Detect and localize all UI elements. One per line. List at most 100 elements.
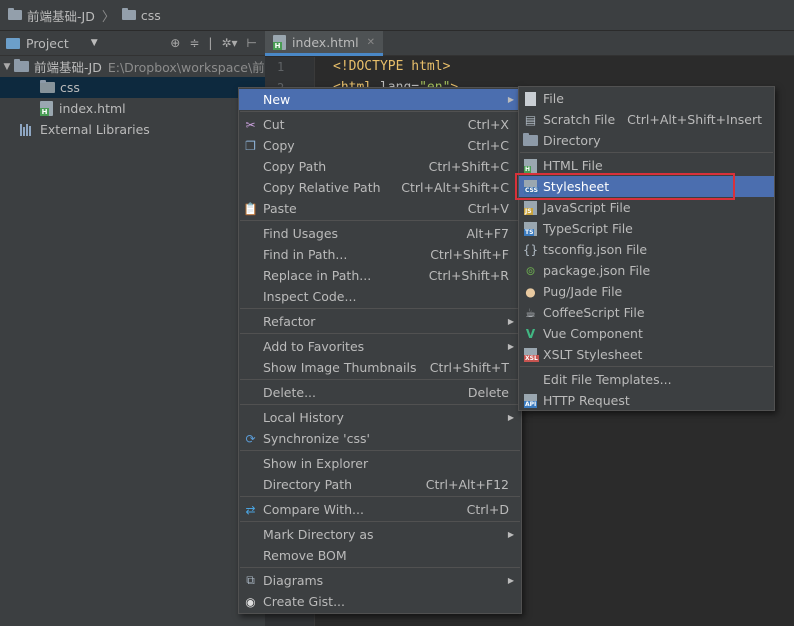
menu-item-add-to-favorites[interactable]: Add to Favorites ▶ [239, 336, 521, 357]
new-submenu: File ▤ Scratch File Ctrl+Alt+Shift+Insert … [518, 86, 775, 411]
menu-item-label: CoffeeScript File [543, 305, 645, 320]
breadcrumb-folder[interactable]: css [121, 7, 161, 23]
menu-separator [240, 450, 520, 451]
breadcrumb-folder-label: css [140, 7, 161, 23]
tree-root-path: E:\Dropbox\workspace\前 [107, 60, 265, 75]
expand-arrow-icon[interactable]: ▼ [0, 62, 14, 72]
menu-item-refactor[interactable]: Refactor ▶ [239, 311, 521, 332]
tree-item-css[interactable]: css [0, 77, 265, 98]
menu-item-show-image-thumbnails[interactable]: Show Image Thumbnails Ctrl+Shift+T [239, 357, 521, 378]
menu-item-shortcut: Ctrl+Shift+R [428, 268, 509, 283]
menu-item-label: Diagrams [263, 573, 324, 588]
breadcrumb-project[interactable]: 前端基础-JD [8, 6, 95, 25]
gear-icon[interactable]: ✲▾ [221, 36, 237, 50]
menu-item-paste[interactable]: 📋 Paste Ctrl+V [239, 198, 521, 219]
menu-item-cut[interactable]: ✂ Cut Ctrl+X [239, 114, 521, 135]
menu-separator [240, 567, 520, 568]
menu-item-shortcut: Ctrl+Shift+C [428, 159, 509, 174]
html-file-icon [273, 34, 286, 50]
submenu-item-http-request[interactable]: API HTTP Request [519, 390, 774, 411]
code-line[interactable]: <!DOCTYPE html> [333, 59, 450, 74]
menu-item-directory-path[interactable]: Directory Path Ctrl+Alt+F12 [239, 474, 521, 495]
context-menu: New ▶ ✂ Cut Ctrl+X ❐ Copy Ctrl+C Copy Path Ctr… [238, 87, 522, 614]
line-number: 1 [277, 60, 285, 74]
menu-item-label: Copy Path [263, 159, 327, 174]
menu-item-find-in-path[interactable]: Find in Path... Ctrl+Shift+F [239, 244, 521, 265]
menu-separator [240, 333, 520, 334]
menu-item-label: Directory [543, 133, 601, 148]
menu-separator [240, 404, 520, 405]
submenu-item-directory[interactable]: Directory [519, 130, 774, 151]
menu-item-shortcut: Ctrl+Shift+F [430, 247, 509, 262]
menu-separator [520, 366, 773, 367]
close-icon[interactable]: ✕ [367, 37, 375, 48]
submenu-item-typescript-file[interactable]: TS TypeScript File [519, 218, 774, 239]
submenu-item-stylesheet[interactable]: CSS Stylesheet [519, 176, 774, 197]
tree-item-label: External Libraries [40, 122, 150, 137]
menu-item-label: Cut [263, 117, 285, 132]
tree-root-row[interactable]: ▼ 前端基础-JD E:\Dropbox\workspace\前 [0, 56, 265, 77]
menu-item-mark-directory-as[interactable]: Mark Directory as ▶ [239, 524, 521, 545]
menu-item-copy-relative-path[interactable]: Copy Relative Path Ctrl+Alt+Shift+C [239, 177, 521, 198]
submenu-item-xslt-stylesheet[interactable]: XSL XSLT Stylesheet [519, 344, 774, 365]
divider: | [208, 36, 213, 50]
menu-separator [240, 220, 520, 221]
menu-item-label: New [263, 92, 291, 107]
menu-item-synchronize[interactable]: ⟳ Synchronize 'css' [239, 428, 521, 449]
project-panel-header: Project ▼ ⊕ ≑ | ✲▾ ⊢ [0, 31, 265, 56]
menu-item-create-gist[interactable]: ◉ Create Gist... [239, 591, 521, 612]
menu-item-label: HTTP Request [543, 393, 630, 408]
submenu-item-javascript-file[interactable]: JS JavaScript File [519, 197, 774, 218]
chevron-down-icon[interactable]: ▼ [91, 38, 98, 48]
submenu-item-pug-jade[interactable]: ● Pug/Jade File [519, 281, 774, 302]
menu-item-new[interactable]: New ▶ [239, 89, 521, 110]
menu-item-diagrams[interactable]: ⧉ Diagrams ▶ [239, 570, 521, 591]
menu-item-show-in-explorer[interactable]: Show in Explorer [239, 453, 521, 474]
menu-separator [240, 521, 520, 522]
menu-item-remove-bom[interactable]: Remove BOM [239, 545, 521, 566]
menu-item-label: JavaScript File [543, 200, 631, 215]
submenu-item-coffeescript[interactable]: ☕ CoffeeScript File [519, 302, 774, 323]
menu-item-label: Directory Path [263, 477, 353, 492]
menu-item-label: File [543, 91, 564, 106]
menu-separator [240, 111, 520, 112]
menu-item-label: Show Image Thumbnails [263, 360, 417, 375]
submenu-item-tsconfig[interactable]: {} tsconfig.json File [519, 239, 774, 260]
tab-index-html[interactable]: index.html ✕ [265, 31, 384, 56]
submenu-item-html-file[interactable]: H HTML File [519, 155, 774, 176]
menu-item-delete[interactable]: Delete... Delete [239, 382, 521, 403]
submenu-item-scratch-file[interactable]: ▤ Scratch File Ctrl+Alt+Shift+Insert [519, 109, 774, 130]
menu-item-label: Remove BOM [263, 548, 347, 563]
menu-item-inspect-code[interactable]: Inspect Code... [239, 286, 521, 307]
submenu-item-vue-component[interactable]: V Vue Component [519, 323, 774, 344]
tab-label: index.html [292, 34, 359, 50]
collapse-all-icon[interactable]: ≑ [189, 36, 199, 50]
project-toolbar: ⊕ ≑ | ✲▾ ⊢ [170, 36, 265, 50]
menu-item-compare-with[interactable]: ⇄ Compare With... Ctrl+D [239, 499, 521, 520]
menu-item-copy-path[interactable]: Copy Path Ctrl+Shift+C [239, 156, 521, 177]
pug-icon: ● [525, 284, 536, 299]
menu-item-copy[interactable]: ❐ Copy Ctrl+C [239, 135, 521, 156]
menu-item-shortcut: Ctrl+Alt+Shift+C [401, 180, 509, 195]
menu-item-shortcut: Alt+F7 [466, 226, 509, 241]
folder-icon [14, 59, 29, 72]
menu-item-find-usages[interactable]: Find Usages Alt+F7 [239, 223, 521, 244]
hide-panel-icon[interactable]: ⊢ [247, 36, 257, 50]
locate-icon[interactable]: ⊕ [170, 36, 180, 50]
menu-item-label: Paste [263, 201, 297, 216]
menu-item-label: Edit File Templates... [543, 372, 672, 387]
submenu-item-file[interactable]: File [519, 88, 774, 109]
tree-item-index-html[interactable]: index.html [0, 98, 265, 119]
tree-item-external-libraries[interactable]: External Libraries [0, 119, 265, 140]
menu-item-label: package.json File [543, 263, 651, 278]
submenu-item-package-json[interactable]: ⊚ package.json File [519, 260, 774, 281]
menu-item-label: Compare With... [263, 502, 364, 517]
menu-item-replace-in-path[interactable]: Replace in Path... Ctrl+Shift+R [239, 265, 521, 286]
menu-separator [240, 308, 520, 309]
submenu-arrow-icon: ▶ [507, 317, 514, 326]
submenu-item-edit-file-templates[interactable]: Edit File Templates... [519, 369, 774, 390]
menu-item-label: Vue Component [543, 326, 643, 341]
tree-root-label: 前端基础-JD [34, 60, 102, 75]
menu-item-local-history[interactable]: Local History ▶ [239, 407, 521, 428]
project-view-selector[interactable]: Project [26, 36, 69, 51]
